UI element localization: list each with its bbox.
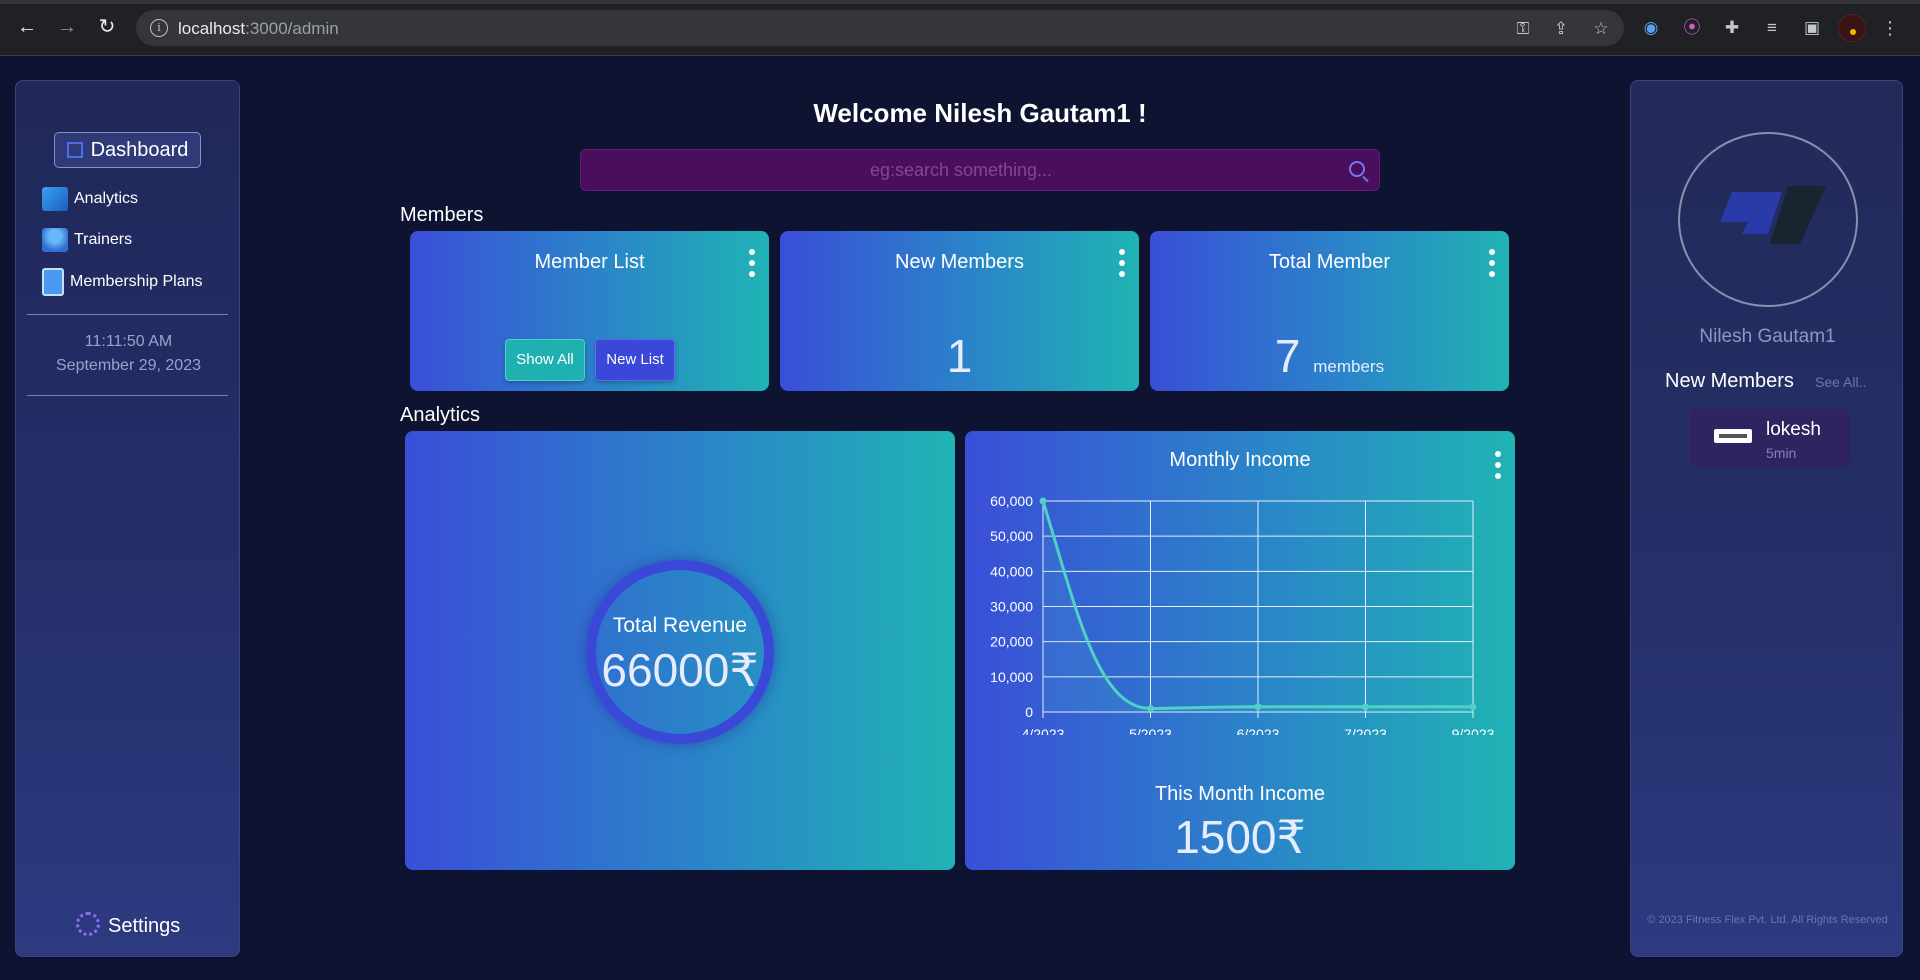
this-month-label: This Month Income — [1154, 783, 1326, 805]
chart-title: Monthly Income — [1169, 449, 1311, 471]
side-panel-icon[interactable]: ▣ — [1799, 15, 1825, 41]
trainers-people-icon — [42, 227, 68, 252]
media-queue-icon[interactable]: ≡ — [1759, 15, 1785, 41]
settings-gear-icon — [76, 912, 100, 936]
dashboard-button[interactable]: Dashboard — [54, 132, 201, 168]
sidebar-item-trainers[interactable]: Trainers — [42, 226, 132, 254]
data-point — [1362, 703, 1369, 711]
show-all-button[interactable]: Show All — [505, 339, 585, 381]
y-tick-label: 30,000 — [990, 599, 1033, 615]
revenue-value: 66000₹ — [601, 644, 759, 696]
member-name: lokesh — [1766, 419, 1821, 440]
search-input[interactable] — [581, 150, 1341, 190]
clock-date: September 29, 2023 — [56, 357, 201, 374]
profile-name: Nilesh Gautam1 — [1699, 326, 1836, 347]
y-tick-label: 0 — [1025, 704, 1033, 720]
total-member-unit: members — [1313, 357, 1385, 376]
new-members-count: 1 — [946, 330, 973, 382]
dashboard-label: Dashboard — [90, 139, 189, 161]
sidebar: Dashboard Analytics Trainers Membership … — [15, 80, 240, 957]
x-tick-label: 4/2023 — [1022, 726, 1065, 735]
extension-broadcast-icon[interactable]: ⦿ — [1679, 15, 1705, 41]
sidebar-item-label: Trainers — [74, 231, 133, 248]
search-icon[interactable] — [1349, 161, 1365, 177]
brand-logo-icon — [1720, 186, 1826, 244]
extensions-puzzle-icon[interactable]: ✚ — [1719, 15, 1745, 41]
card-title: Member List — [534, 251, 645, 273]
x-tick-label: 6/2023 — [1237, 726, 1280, 735]
site-info-icon[interactable]: i — [150, 19, 168, 37]
this-month-value: 1500₹ — [1174, 811, 1306, 863]
kebab-menu-icon[interactable] — [1489, 249, 1495, 282]
y-tick-label: 20,000 — [990, 634, 1033, 650]
profile-picture[interactable] — [1678, 132, 1858, 307]
profile-avatar[interactable] — [1838, 14, 1866, 42]
tab-strip — [0, 0, 1920, 4]
new-members-title: New Members — [1665, 370, 1794, 392]
total-revenue-card: Total Revenue 66000₹ — [405, 431, 955, 870]
data-point — [1254, 703, 1262, 711]
address-bar[interactable]: i localhost:3000/admin ⚿ ⇪ ☆ — [136, 10, 1624, 46]
new-list-button[interactable]: New List — [595, 339, 675, 381]
y-tick-label: 10,000 — [990, 669, 1033, 685]
settings-button[interactable]: Settings — [76, 912, 180, 938]
kebab-menu-icon[interactable] — [1119, 249, 1125, 282]
sidebar-divider — [27, 314, 228, 315]
card-title: Total Member — [1268, 251, 1391, 273]
monthly-income-chart: 0 10,000 20,000 30,000 40,000 50,000 60,000 4/2… — [990, 493, 1495, 735]
sidebar-item-label: Membership Plans — [70, 273, 203, 291]
analytics-section-title: Analytics — [400, 404, 481, 426]
right-panel: Nilesh Gautam1 New Members See All.. lok… — [1630, 80, 1903, 957]
total-member-card: Total Member 7 members — [1150, 231, 1509, 391]
clipboard-icon — [42, 268, 64, 296]
url-path: :3000/admin — [245, 19, 339, 38]
sidebar-item-label: Analytics — [74, 190, 139, 207]
x-tick-label: 7/2023 — [1344, 726, 1387, 735]
x-tick-label: 5/2023 — [1129, 726, 1172, 735]
browser-menu-icon[interactable]: ⋮ — [1880, 14, 1900, 42]
sidebar-item-membership-plans[interactable]: Membership Plans — [42, 268, 203, 296]
y-tick-label: 50,000 — [990, 528, 1033, 544]
welcome-heading: Welcome Nilesh Gautam1 ! — [813, 98, 1147, 128]
share-icon[interactable]: ⇪ — [1550, 18, 1572, 40]
url-host: localhost — [178, 19, 246, 38]
sidebar-item-analytics[interactable]: Analytics — [42, 185, 138, 213]
y-tick-label: 40,000 — [990, 563, 1033, 579]
forward-icon[interactable]: → — [54, 14, 80, 40]
bookmark-star-icon[interactable]: ☆ — [1590, 18, 1612, 40]
copyright-text: © 2023 Fitness Flex Pvt. Ltd. All Rights… — [1647, 914, 1888, 926]
member-logo-icon — [1714, 429, 1752, 443]
monthly-income-card: Monthly Income 0 10,000 20,000 30,000 40,000… — [965, 431, 1515, 870]
kebab-menu-icon[interactable] — [749, 249, 755, 282]
sidebar-divider — [27, 395, 228, 396]
search-bar[interactable] — [580, 149, 1380, 191]
data-point — [1469, 703, 1477, 711]
y-tick-label: 60,000 — [990, 493, 1033, 509]
key-icon[interactable]: ⚿ — [1512, 18, 1534, 40]
analytics-chart-icon — [42, 186, 68, 211]
clock-time: 11:11:50 AM — [84, 333, 173, 350]
see-all-link[interactable]: See All.. — [1815, 374, 1866, 390]
data-point — [1039, 497, 1047, 505]
data-point — [1147, 704, 1154, 712]
member-list-card: Member List Show All New List — [410, 231, 769, 391]
member-time: 5min — [1766, 445, 1797, 461]
settings-label: Settings — [108, 915, 181, 937]
new-members-card: New Members 1 — [780, 231, 1139, 391]
card-title: New Members — [895, 251, 1024, 273]
back-icon[interactable]: ← — [14, 14, 40, 40]
x-tick-label: 9/2023 — [1452, 726, 1495, 735]
kebab-menu-icon[interactable] — [1495, 451, 1501, 484]
member-item[interactable]: lokesh 5min — [1690, 409, 1850, 467]
dashboard-icon — [66, 142, 83, 158]
reload-icon[interactable]: ↻ — [94, 14, 120, 40]
extension-circle-icon[interactable]: ◉ — [1638, 15, 1664, 41]
url-text[interactable]: localhost:3000/admin — [178, 19, 339, 39]
revenue-label: Total Revenue — [612, 614, 748, 637]
members-section-title: Members — [400, 204, 484, 226]
total-member-count: 7 — [1274, 330, 1301, 382]
browser-toolbar: ← → ↻ i localhost:3000/admin ⚿ ⇪ ☆ ◉ ⦿ ✚… — [0, 0, 1920, 56]
